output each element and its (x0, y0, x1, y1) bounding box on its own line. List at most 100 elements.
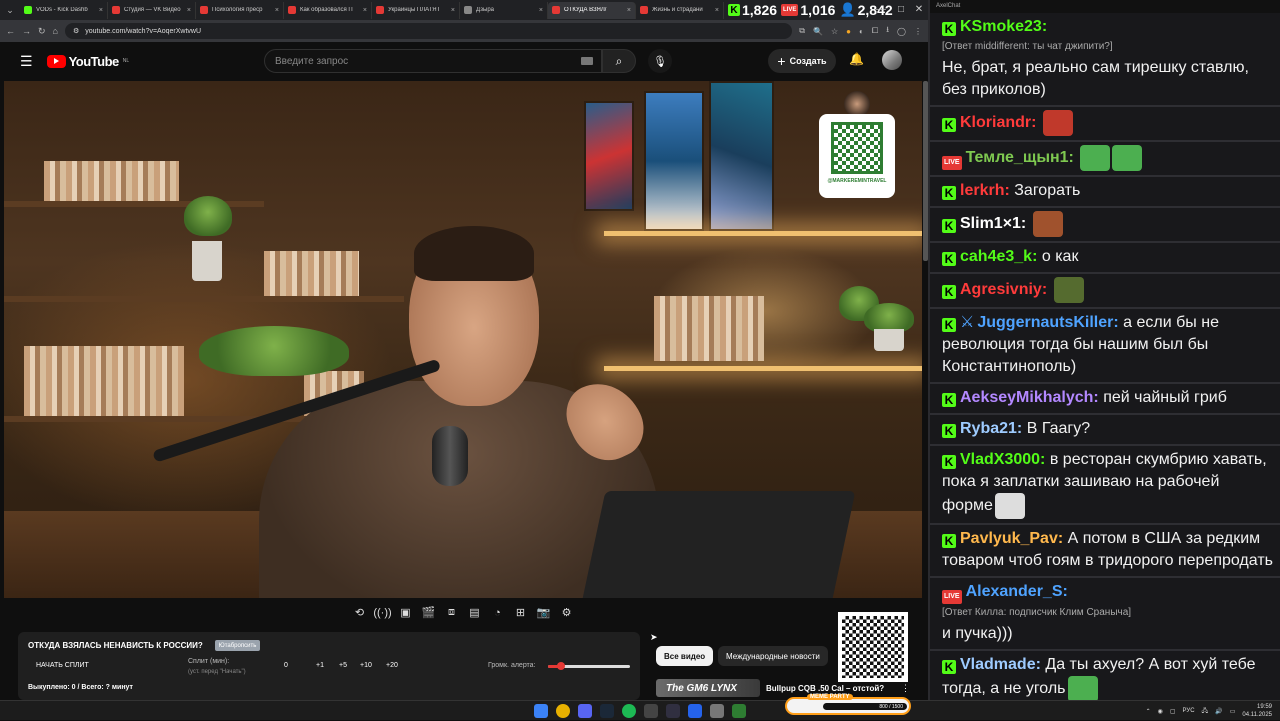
related-title[interactable]: Bullpup CQB .50 Cal – отстой? (766, 684, 895, 693)
notifications-bell-icon[interactable]: 🔔 (849, 52, 864, 66)
chat-username[interactable]: VladX3000: (960, 451, 1045, 468)
add-1-button[interactable]: +1 (316, 662, 324, 669)
obs-icon[interactable] (666, 704, 680, 718)
back-icon[interactable]: ← (6, 26, 15, 36)
media-player-icon[interactable] (688, 704, 702, 718)
film-icon[interactable]: ▤ (467, 605, 482, 620)
chip-all-videos[interactable]: Все видео (656, 646, 714, 666)
browser-tab[interactable]: Украинцы ПЛАТЯТ × (372, 1, 460, 19)
browser-tab[interactable]: Как образовался П × (284, 1, 372, 19)
tab-close-icon[interactable]: × (363, 7, 367, 14)
browser-tab[interactable]: Психология преср × (196, 1, 284, 19)
screenshot-video-icon[interactable]: ▣ (398, 605, 413, 620)
split-badge[interactable]: Ютабропсить (215, 640, 260, 651)
audio-icon[interactable]: ((·)) (373, 605, 391, 620)
volume-icon[interactable]: 🔊 (1215, 708, 1222, 715)
chat-username[interactable]: JuggernautsKiller: (977, 314, 1118, 331)
chrome-icon[interactable] (556, 704, 570, 718)
network-icon[interactable]: 🖧 (1202, 706, 1209, 716)
chat-username[interactable]: KSmoke23: (960, 18, 1047, 35)
start-split-button[interactable]: НАЧАТЬ СПЛИТ (36, 662, 89, 669)
bookmark-star-icon[interactable]: ☆ (831, 27, 838, 36)
zoom-icon[interactable]: 🔍 (813, 27, 823, 36)
browser-tab[interactable]: Студия — VK Видео × (108, 1, 196, 19)
close-window-button[interactable]: ✕ (912, 0, 926, 20)
install-icon[interactable]: ⧉ (799, 26, 805, 36)
browser-tab[interactable]: Жизнь и страдани × (636, 1, 724, 19)
voice-search-button[interactable]: 🎙 (648, 49, 672, 73)
tray-icon[interactable]: ▢ (1170, 708, 1176, 715)
search-button[interactable]: ⌕ (602, 49, 636, 73)
camera-icon[interactable]: 📷 (536, 605, 551, 620)
youtube-logo[interactable]: YouTube NL (46, 54, 129, 69)
download-icon[interactable]: ⭳ (886, 24, 889, 38)
maximize-button[interactable]: □ (894, 0, 908, 20)
chat-username[interactable]: Vladmade: (960, 656, 1041, 673)
create-button[interactable]: + Создать (768, 49, 836, 73)
video-player[interactable]: @MARKEREMINTRAVEL (4, 81, 922, 598)
chat-username[interactable]: lerkrh: (960, 182, 1010, 199)
chat-username[interactable]: Alexander_S: (966, 583, 1068, 600)
menu-dots-icon[interactable]: ⋮ (914, 27, 922, 36)
add-5-button[interactable]: +5 (339, 662, 347, 669)
split-minutes-value[interactable]: 0 (284, 662, 288, 669)
tab-close-icon[interactable]: × (99, 7, 103, 14)
spotify-icon[interactable] (622, 704, 636, 718)
home-icon[interactable]: ⌂ (53, 26, 58, 36)
url-field[interactable]: ⚙ youtube.com/watch?v=AoqerXwtvwU (64, 23, 793, 39)
clapper-icon[interactable]: 🎬 (421, 605, 436, 620)
settings-gear-icon[interactable]: ⚙ (559, 605, 574, 620)
loop-icon[interactable]: ⟲ (352, 605, 367, 620)
speed-icon[interactable]: ◔ (490, 605, 505, 620)
minimize-button[interactable]: — (874, 0, 888, 20)
keyboard-icon[interactable] (581, 57, 593, 65)
extension-grey-icon[interactable]: ◐ (859, 27, 864, 36)
menu-icon[interactable]: ☰ (20, 53, 33, 70)
add-20-button[interactable]: +20 (386, 662, 398, 669)
chat-username[interactable]: Slim1×1: (960, 215, 1026, 232)
steam-icon[interactable] (600, 704, 614, 718)
add-10-button[interactable]: +10 (360, 662, 372, 669)
chat-username[interactable]: cah4e3_k: (960, 248, 1037, 265)
chat-username[interactable]: Kloriandr: (960, 114, 1036, 131)
related-video[interactable]: The GM6 LYNX Bullpup CQB .50 Cal – отсто… (656, 678, 910, 698)
tab-close-icon[interactable]: × (715, 7, 719, 14)
add-icon[interactable]: ⊞ (513, 605, 528, 620)
app-icon[interactable] (644, 704, 658, 718)
more-dots-icon[interactable]: ⋮ (901, 683, 910, 694)
search-input[interactable]: Введите запрос (264, 49, 602, 73)
language-indicator[interactable]: РУС (1183, 708, 1195, 714)
browser-tab[interactable]: VODs - Kick Dashb × (20, 1, 108, 19)
reload-icon[interactable]: ↻ (38, 26, 46, 37)
excel-icon[interactable] (732, 704, 746, 718)
extensions-puzzle-icon[interactable]: ⧠ (872, 26, 878, 36)
browser-tab[interactable]: Дзыра × (460, 1, 548, 19)
tray-icon[interactable]: ⌃ (1146, 708, 1151, 715)
forward-icon[interactable]: → (22, 26, 31, 36)
chat-username[interactable]: Ryba21: (960, 420, 1022, 437)
tab-menu-button[interactable]: ⌄ (0, 0, 20, 20)
profile-icon[interactable]: ◯ (897, 27, 906, 36)
tray-icon[interactable]: ◉ (1158, 708, 1163, 715)
chat-username[interactable]: Agresivniy: (960, 281, 1047, 298)
tab-close-icon[interactable]: × (451, 7, 455, 14)
avatar[interactable] (882, 50, 902, 70)
picture-in-picture-icon[interactable]: ⧈ (444, 605, 459, 620)
chat-username[interactable]: Pavlyuk_Pav: (960, 530, 1063, 547)
battery-icon[interactable]: ▭ (1230, 708, 1236, 715)
active-app-icon[interactable] (710, 704, 724, 718)
slider-knob[interactable] (557, 662, 565, 670)
discord-icon[interactable] (578, 704, 592, 718)
tab-close-icon[interactable]: × (627, 7, 631, 14)
tab-close-icon[interactable]: × (275, 7, 279, 14)
site-info-icon[interactable]: ⚙ (73, 27, 79, 35)
chat-username[interactable]: AekseyMikhalych: (960, 389, 1099, 406)
windows-start-icon[interactable] (534, 704, 548, 718)
clock[interactable]: 19:59 04.11.2025 (1242, 703, 1272, 719)
chat-username[interactable]: Темле_щын1: (966, 149, 1074, 166)
browser-tab[interactable]: ОТКУДА ВЗЯЛ/ × (548, 1, 636, 19)
extension-orange-icon[interactable]: ● (846, 27, 851, 36)
tab-close-icon[interactable]: × (539, 7, 543, 14)
tab-close-icon[interactable]: × (187, 7, 191, 14)
alert-volume-slider[interactable] (548, 662, 630, 670)
